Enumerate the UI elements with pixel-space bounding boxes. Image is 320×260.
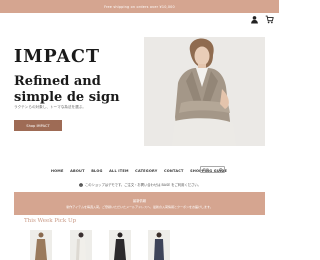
cart-icon[interactable]: [265, 15, 274, 24]
product-image: [70, 230, 92, 260]
demo-notice: このショップはデモです。ご注文・お問い合わせは BASE をご利用ください。: [79, 182, 201, 187]
info-icon: [79, 182, 83, 187]
product-card[interactable]: [30, 230, 52, 260]
promo-body: 新作アイテムを毎週入荷。ご登録いただいたメールアドレスへ、最新の入荷情報とクーポ…: [66, 205, 213, 209]
search-input[interactable]: [202, 167, 219, 172]
nav-category[interactable]: CATEGORY: [135, 169, 157, 173]
shop-impact-button[interactable]: Shop IMPACT: [14, 120, 62, 131]
nav-home[interactable]: HOME: [51, 169, 64, 173]
search-icon[interactable]: [218, 167, 223, 172]
hero-tagline: Refined and simple de sign: [14, 74, 120, 105]
announcement-bar: Free shipping on orders over ¥10,000: [0, 0, 279, 13]
announcement-text: Free shipping on orders over ¥10,000: [104, 4, 175, 9]
product-image: [109, 230, 131, 260]
product-card[interactable]: [70, 230, 92, 260]
header-icons: [250, 15, 274, 24]
brand-title: IMPACT: [14, 47, 100, 67]
nav-blog[interactable]: BLOG: [91, 169, 102, 173]
nav-all-item[interactable]: ALL ITEM: [109, 169, 129, 173]
search-box[interactable]: [200, 166, 225, 173]
hero-subcopy: ラクテンらの対象し、トーマな為法を選ぶ。: [14, 105, 86, 109]
product-image: [148, 230, 170, 260]
promo-title: 最新情報: [132, 199, 147, 203]
hero-image: [144, 37, 265, 146]
notice-text: このショップはデモです。ご注文・お問い合わせは BASE をご利用ください。: [85, 183, 201, 187]
model-photo: [144, 37, 265, 146]
pickup-section-title: This Week Pick Up: [24, 218, 77, 224]
user-icon[interactable]: [250, 15, 259, 24]
nav-about[interactable]: ABOUT: [70, 169, 85, 173]
product-card[interactable]: [109, 230, 131, 260]
nav-contact[interactable]: CONTACT: [164, 169, 184, 173]
product-image: [30, 230, 52, 260]
product-card[interactable]: [148, 230, 170, 260]
promo-banner: 最新情報 新作アイテムを毎週入荷。ご登録いただいたメールアドレスへ、最新の入荷情…: [14, 192, 265, 215]
